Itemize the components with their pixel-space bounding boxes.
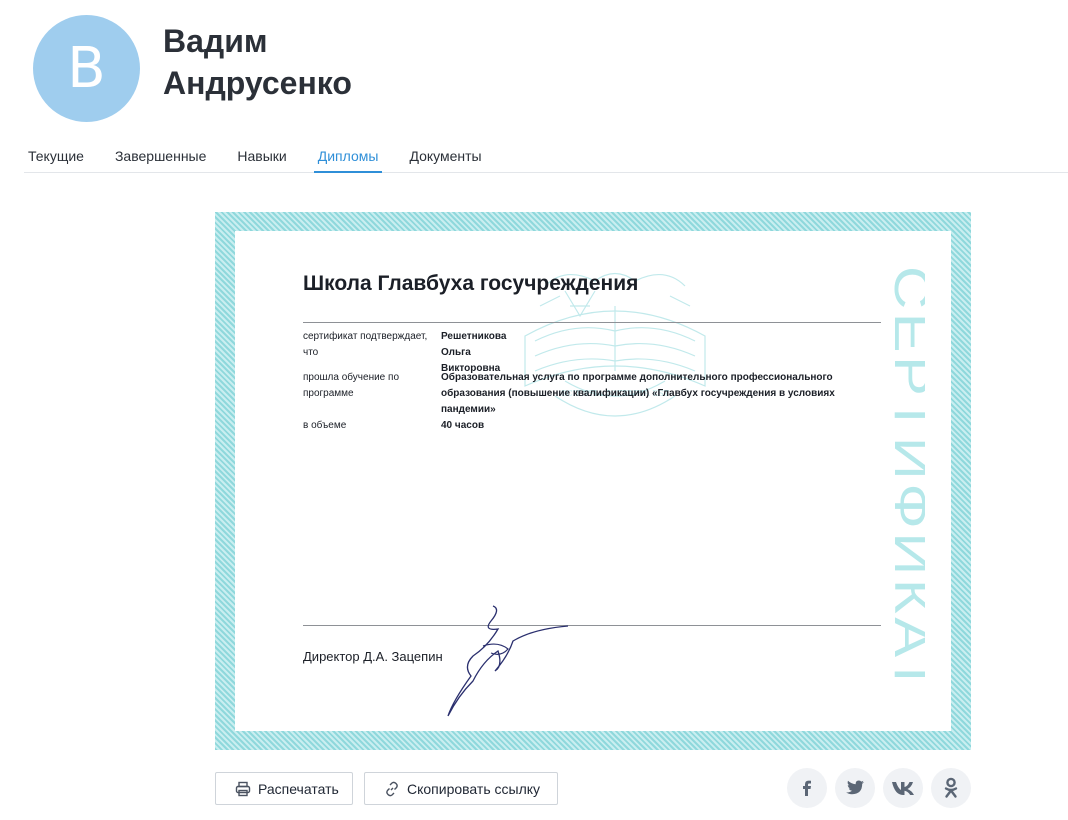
vertical-word-text: СЕРТИФИКАТ bbox=[884, 266, 925, 696]
certificate-title: Школа Главбуха госучреждения bbox=[303, 272, 639, 295]
tab-skills[interactable]: Навыки bbox=[233, 140, 290, 173]
certificate: SCIENTIA POTENTIA EST Школа Главбуха гос… bbox=[215, 212, 971, 750]
print-button[interactable]: Распечатать bbox=[215, 772, 353, 805]
tab-diplomas[interactable]: Дипломы bbox=[313, 140, 383, 173]
printer-icon bbox=[234, 780, 252, 798]
copy-link-button[interactable]: Скопировать ссылку bbox=[364, 772, 558, 805]
tabs-bar: Текущие Завершенные Навыки Дипломы Докум… bbox=[24, 140, 1068, 173]
row-value: 40 часов bbox=[441, 420, 485, 431]
divider bbox=[303, 322, 881, 323]
profile-first-name: Вадим bbox=[163, 23, 268, 59]
vk-icon bbox=[892, 782, 914, 795]
link-icon bbox=[383, 780, 401, 798]
avatar: В bbox=[33, 15, 140, 122]
row-value: Образовательная услуга по программе допо… bbox=[441, 372, 835, 415]
facebook-icon bbox=[803, 780, 811, 796]
signature-icon bbox=[447, 605, 569, 717]
row-label: в объеме bbox=[303, 420, 347, 431]
row-label: сертификат подтверждает, что bbox=[303, 331, 428, 358]
tab-current[interactable]: Текущие bbox=[24, 140, 88, 173]
odnoklassniki-icon bbox=[944, 777, 958, 798]
director-signature-line: Директор Д.А. Зацепин bbox=[303, 649, 443, 664]
tab-documents[interactable]: Документы bbox=[405, 140, 485, 173]
print-label: Распечатать bbox=[258, 780, 339, 797]
share-odnoklassniki-button[interactable] bbox=[931, 768, 971, 808]
twitter-icon bbox=[846, 780, 864, 795]
tab-completed[interactable]: Завершенные bbox=[111, 140, 210, 173]
profile-name: Вадим Андрусенко bbox=[163, 20, 463, 104]
certificate-vertical-word: СЕРТИФИКАТ bbox=[884, 266, 925, 696]
divider bbox=[303, 625, 881, 626]
share-facebook-button[interactable] bbox=[787, 768, 827, 808]
profile-last-name: Андрусенко bbox=[163, 65, 352, 101]
row-label: прошла обучение по программе bbox=[303, 372, 400, 399]
copy-link-label: Скопировать ссылку bbox=[407, 780, 541, 797]
certificate-body: SCIENTIA POTENTIA EST Школа Главбуха гос… bbox=[235, 231, 951, 731]
share-vk-button[interactable] bbox=[883, 768, 923, 808]
share-twitter-button[interactable] bbox=[835, 768, 875, 808]
